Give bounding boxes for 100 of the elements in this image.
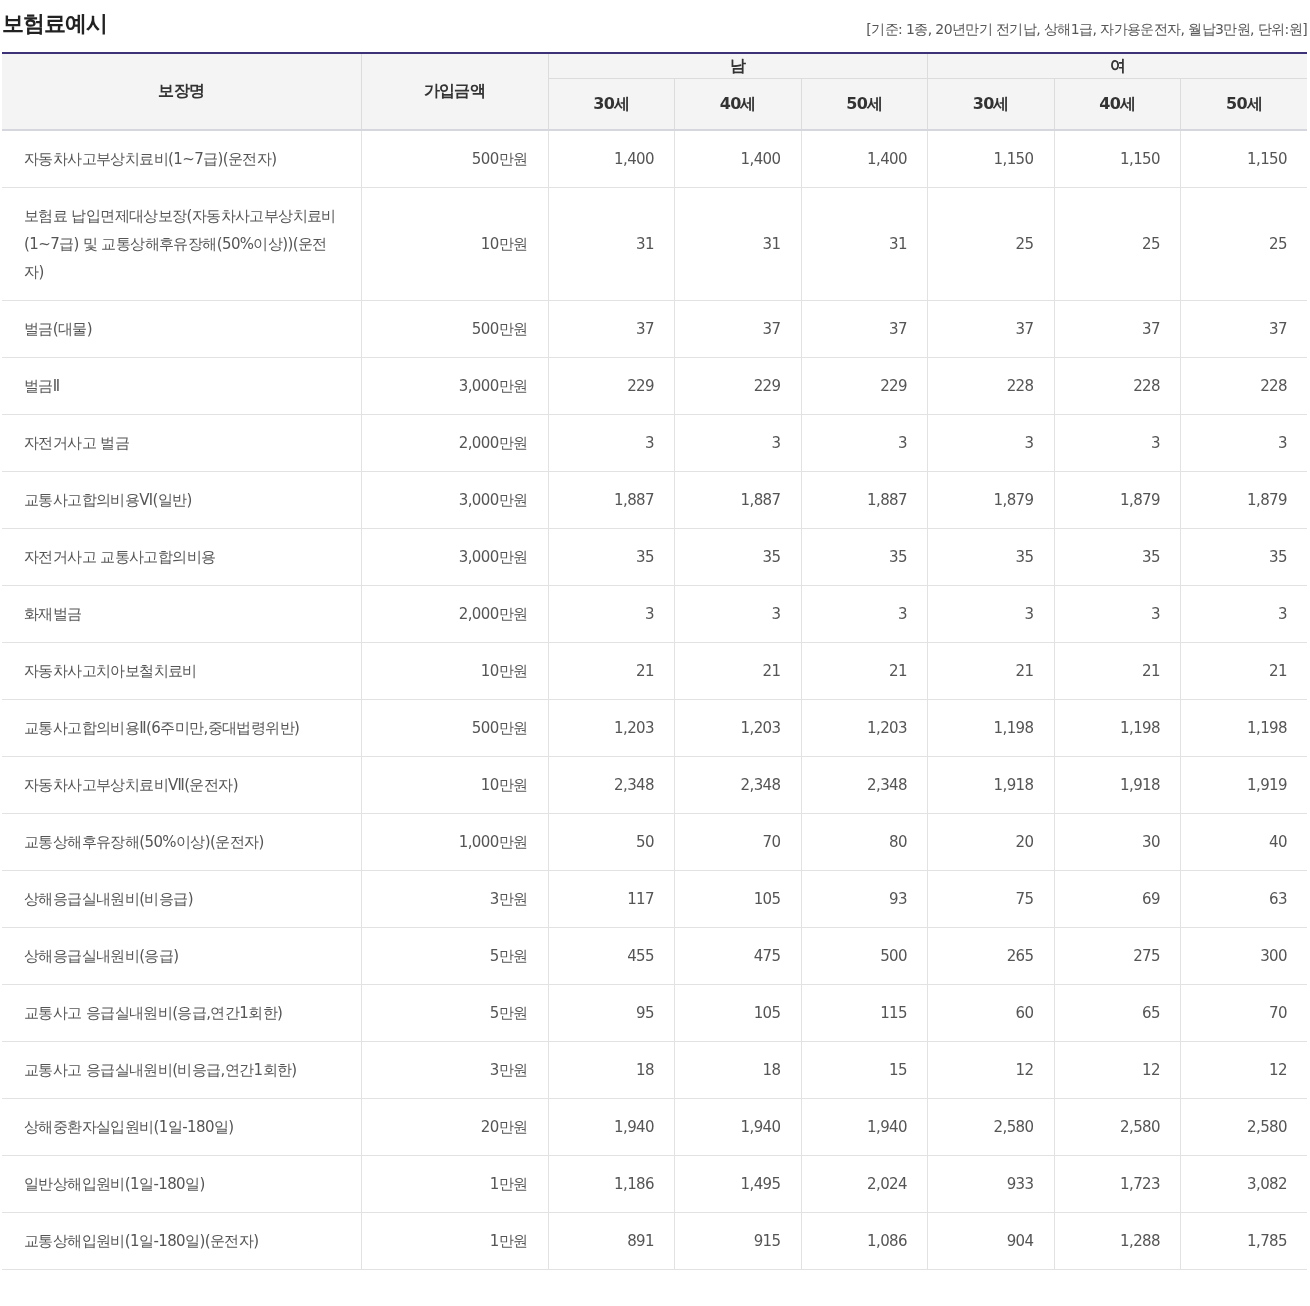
column-header: 30세 (548, 78, 675, 130)
premium-value: 3,082 (1180, 1155, 1307, 1212)
premium-value: 93 (801, 870, 928, 927)
basis-note: [기준: 1종, 20년만기 전기납, 상해1급, 자가용운전자, 월납3만원, 단위:원] (866, 20, 1307, 39)
premium-value: 105 (674, 984, 801, 1041)
premium-value: 3 (674, 585, 801, 642)
coverage-name: 자전거사고 교통사고합의비용 (2, 528, 361, 585)
premium-value: 37 (674, 300, 801, 357)
premium-value: 18 (674, 1041, 801, 1098)
premium-value: 2,348 (801, 756, 928, 813)
premium-value: 2,024 (801, 1155, 928, 1212)
premium-value: 21 (1054, 642, 1181, 699)
premium-value: 1,918 (1054, 756, 1181, 813)
coverage-amount: 3만원 (361, 870, 548, 927)
premium-value: 1,785 (1180, 1212, 1307, 1269)
coverage-name: 보험료 납입면제대상보장(자동차사고부상치료비(1~7급) 및 교통상해후유장해(50%이상))(운전자) (2, 187, 361, 300)
premium-value: 3 (801, 585, 928, 642)
column-header: 50세 (801, 78, 928, 130)
column-header: 40세 (674, 78, 801, 130)
premium-value: 1,203 (801, 699, 928, 756)
premium-value: 228 (927, 357, 1054, 414)
premium-value: 3 (927, 585, 1054, 642)
premium-value: 455 (548, 927, 675, 984)
coverage-amount: 20만원 (361, 1098, 548, 1155)
premium-value: 1,940 (674, 1098, 801, 1155)
premium-value: 12 (927, 1041, 1054, 1098)
coverage-name: 일반상해입원비(1일-180일) (2, 1155, 361, 1212)
premium-value: 475 (674, 927, 801, 984)
coverage-amount: 3,000만원 (361, 528, 548, 585)
premium-value: 37 (927, 300, 1054, 357)
premium-value: 115 (801, 984, 928, 1041)
premium-value: 70 (1180, 984, 1307, 1041)
coverage-amount: 500만원 (361, 300, 548, 357)
coverage-name: 상해응급실내원비(응급) (2, 927, 361, 984)
premium-value: 229 (801, 357, 928, 414)
coverage-name: 교통상해후유장해(50%이상)(운전자) (2, 813, 361, 870)
premium-value: 80 (801, 813, 928, 870)
coverage-amount: 5만원 (361, 927, 548, 984)
premium-value: 1,879 (927, 471, 1054, 528)
premium-value: 1,150 (1054, 129, 1181, 187)
coverage-name: 자동차사고치아보철치료비 (2, 642, 361, 699)
coverage-amount: 1만원 (361, 1155, 548, 1212)
premium-value: 3 (1054, 414, 1181, 471)
premium-value: 12 (1054, 1041, 1181, 1098)
premium-value: 228 (1180, 357, 1307, 414)
premium-value: 1,203 (548, 699, 675, 756)
coverage-name: 자동차사고부상치료비(1~7급)(운전자) (2, 129, 361, 187)
coverage-name: 벌금(대물) (2, 300, 361, 357)
coverage-name: 자동차사고부상치료비Ⅶ(운전자) (2, 756, 361, 813)
coverage-amount: 1,000만원 (361, 813, 548, 870)
premium-value: 69 (1054, 870, 1181, 927)
premium-value: 30 (1054, 813, 1181, 870)
premium-value: 1,198 (1180, 699, 1307, 756)
premium-value: 3 (801, 414, 928, 471)
coverage-name: 화재벌금 (2, 585, 361, 642)
premium-value: 1,918 (927, 756, 1054, 813)
premium-value: 1,203 (674, 699, 801, 756)
premium-value: 1,288 (1054, 1212, 1181, 1269)
coverage-amount: 3,000만원 (361, 357, 548, 414)
premium-value: 35 (801, 528, 928, 585)
premium-value: 50 (548, 813, 675, 870)
premium-value: 37 (548, 300, 675, 357)
premium-value: 1,723 (1054, 1155, 1181, 1212)
premium-value: 3 (1180, 414, 1307, 471)
premium-value: 3 (674, 414, 801, 471)
premium-value: 25 (1054, 187, 1181, 300)
premium-value: 3 (1054, 585, 1181, 642)
coverage-amount: 10만원 (361, 642, 548, 699)
premium-value: 1,400 (548, 129, 675, 187)
coverage-name: 교통사고합의비용Ⅵ(일반) (2, 471, 361, 528)
premium-value: 35 (548, 528, 675, 585)
premium-value: 1,495 (674, 1155, 801, 1212)
premium-value: 1,887 (548, 471, 675, 528)
premium-value: 1,940 (548, 1098, 675, 1155)
premium-value: 3 (548, 585, 675, 642)
premium-value: 21 (801, 642, 928, 699)
premium-value: 31 (801, 187, 928, 300)
premium-value: 300 (1180, 927, 1307, 984)
premium-value: 95 (548, 984, 675, 1041)
premium-value: 933 (927, 1155, 1054, 1212)
coverage-name: 상해응급실내원비(비응급) (2, 870, 361, 927)
premium-value: 3 (927, 414, 1054, 471)
coverage-amount: 3만원 (361, 1041, 548, 1098)
coverage-name: 상해중환자실입원비(1일-180일) (2, 1098, 361, 1155)
premium-value: 1,879 (1180, 471, 1307, 528)
coverage-amount: 3,000만원 (361, 471, 548, 528)
premium-value: 37 (1180, 300, 1307, 357)
premium-value: 21 (674, 642, 801, 699)
coverage-amount: 5만원 (361, 984, 548, 1041)
coverage-amount: 2,000만원 (361, 585, 548, 642)
coverage-amount: 10만원 (361, 187, 548, 300)
coverage-amount: 1만원 (361, 1212, 548, 1269)
premium-value: 15 (801, 1041, 928, 1098)
premium-value: 63 (1180, 870, 1307, 927)
premium-value: 20 (927, 813, 1054, 870)
premium-value: 229 (674, 357, 801, 414)
premium-value: 1,887 (801, 471, 928, 528)
premium-value: 1,400 (674, 129, 801, 187)
coverage-name: 자전거사고 벌금 (2, 414, 361, 471)
premium-value: 35 (1054, 528, 1181, 585)
